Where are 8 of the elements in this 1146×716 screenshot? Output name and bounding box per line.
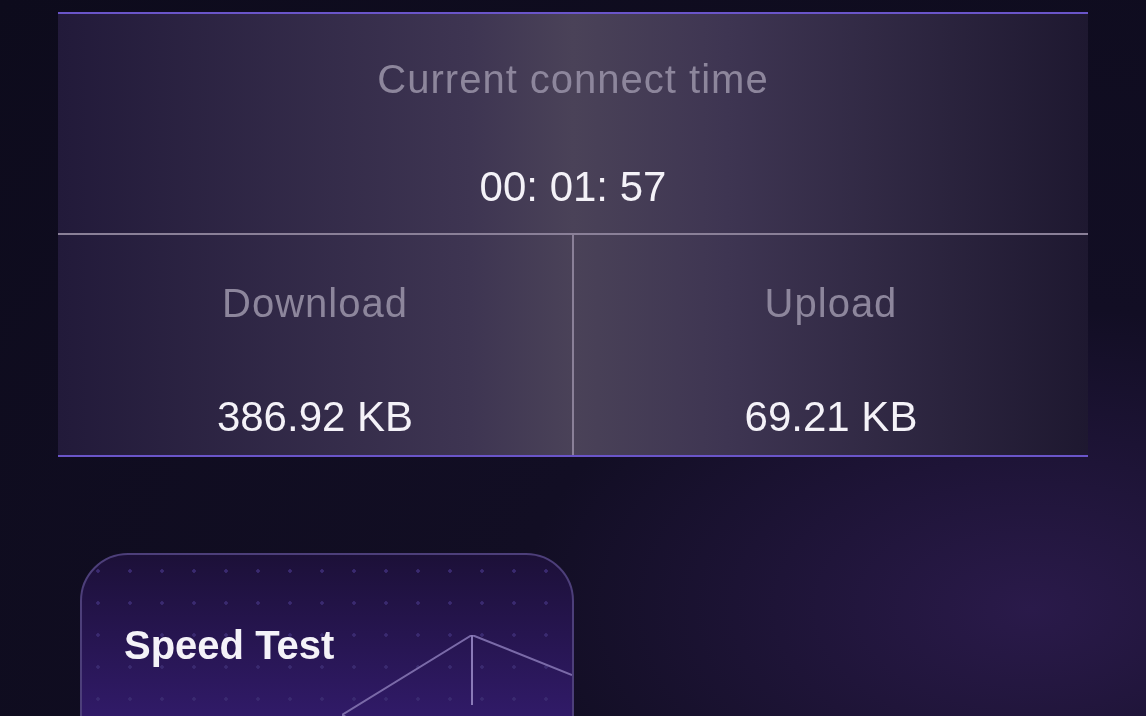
stat-label: Upload — [764, 280, 898, 327]
stat-value: 69.21 KB — [744, 392, 918, 442]
stat-label: Download — [222, 280, 408, 327]
speed-test-title: Speed Test — [124, 622, 335, 669]
connect-time-label: Current connect time — [377, 56, 769, 103]
speed-test-card[interactable]: Speed Test — [80, 553, 574, 716]
stat-value: 386.92 KB — [216, 392, 414, 442]
connect-time-value: 00: 01: 57 — [479, 162, 667, 212]
